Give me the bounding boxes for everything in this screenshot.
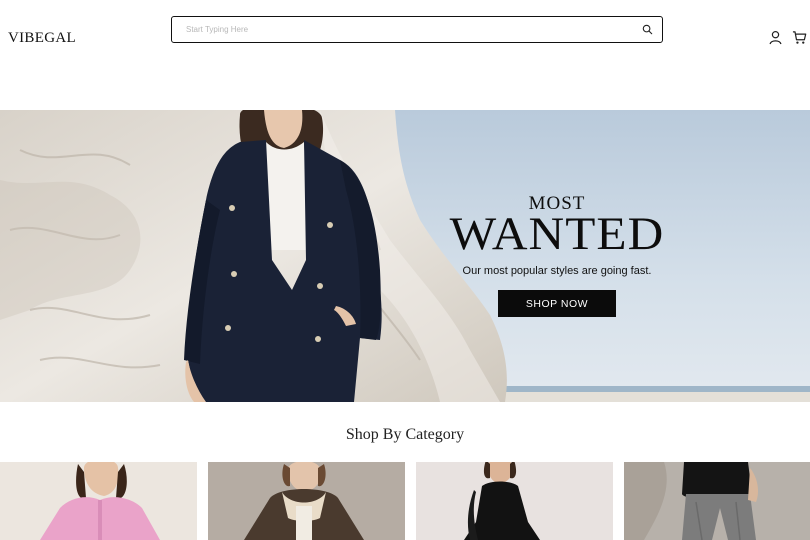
site-logo[interactable]: VIBEGAL bbox=[8, 30, 76, 47]
hero-title: WANTED bbox=[449, 208, 665, 260]
user-icon[interactable] bbox=[768, 30, 783, 45]
category-card-4[interactable] bbox=[624, 462, 810, 540]
cart-icon[interactable] bbox=[792, 30, 807, 45]
category-section-title: Shop By Category bbox=[345, 426, 465, 443]
grey-trousers-photo bbox=[624, 462, 810, 540]
hero-text-block: MOST WANTED Our most popular styles are … bbox=[440, 194, 674, 277]
category-card-3[interactable] bbox=[416, 462, 613, 540]
hero-subtitle: Our most popular styles are going fast. bbox=[462, 265, 652, 277]
search-bar[interactable] bbox=[171, 16, 663, 43]
category-card-2[interactable] bbox=[208, 462, 405, 540]
hero-image bbox=[0, 110, 810, 402]
shop-now-button[interactable]: SHOP NOW bbox=[498, 290, 616, 317]
search-input[interactable] bbox=[186, 22, 626, 37]
hero-banner: MOST WANTED Our most popular styles are … bbox=[0, 110, 810, 402]
pink-cardigan-photo bbox=[0, 462, 197, 540]
category-card-1[interactable] bbox=[0, 462, 197, 540]
search-icon[interactable] bbox=[642, 24, 653, 35]
brown-shearling-jacket-photo bbox=[208, 462, 405, 540]
black-dress-photo bbox=[416, 462, 613, 540]
site-header: VIBEGAL bbox=[0, 0, 810, 110]
